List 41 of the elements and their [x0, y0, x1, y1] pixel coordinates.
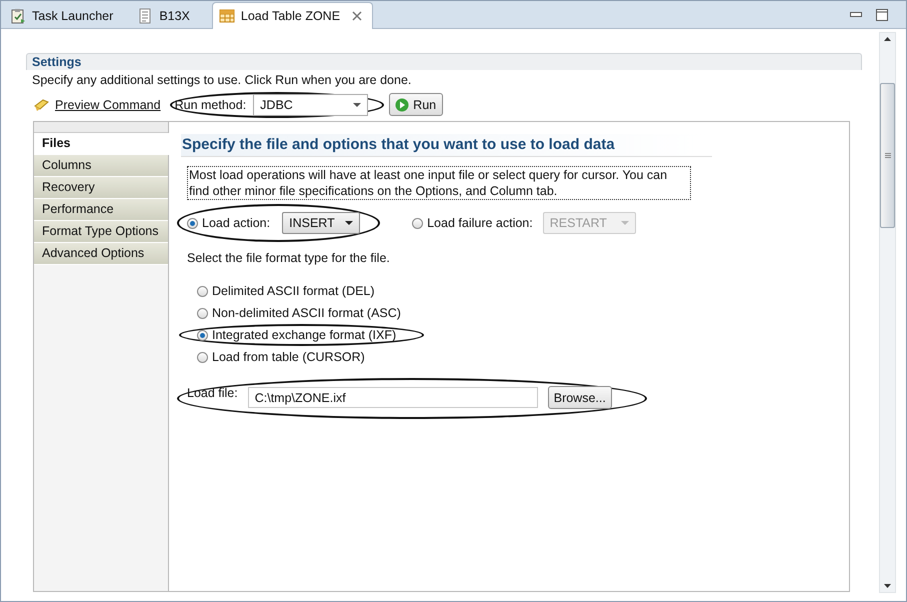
format-radio[interactable]: Non-delimited ASCII format (ASC)	[197, 306, 401, 320]
load-action-dropdown[interactable]: INSERT	[282, 212, 360, 234]
table-icon	[218, 9, 235, 23]
preview-command-link[interactable]: Preview Command	[55, 98, 161, 112]
format-radio[interactable]: Integrated exchange format (IXF)	[197, 328, 396, 342]
load-action-radio[interactable]: Load action:	[187, 216, 270, 230]
close-icon[interactable]	[352, 11, 362, 21]
nav-tab[interactable]: Format Type Options	[34, 221, 168, 243]
page-heading: Specify the file and options that you want to use to load data	[181, 134, 712, 157]
load-file-field[interactable]: C:\tmp\ZONE.ixf	[248, 387, 538, 408]
format-radio[interactable]: Load from table (CURSOR)	[197, 350, 365, 364]
editor-tab[interactable]: Task Launcher	[4, 4, 124, 28]
editor-tab[interactable]: Load Table ZONE	[212, 2, 374, 29]
section-title: Settings	[32, 55, 82, 69]
scroll-down-icon[interactable]	[884, 584, 891, 588]
minimize-icon[interactable]	[850, 12, 862, 18]
nav-tab[interactable]: Files	[34, 133, 169, 155]
nav-tab[interactable]: Columns	[34, 155, 168, 177]
description-text: Specify any additional settings to use. Click Run when you are done.	[32, 73, 412, 87]
pencil-icon	[34, 98, 50, 112]
scrollbar[interactable]	[879, 32, 896, 593]
run-method-dropdown[interactable]: JDBC	[253, 94, 368, 116]
scroll-up-icon[interactable]	[884, 37, 891, 41]
format-prompt: Select the file format type for the file.	[187, 251, 391, 265]
list-icon	[137, 8, 154, 24]
format-radio[interactable]: Delimited ASCII format (DEL)	[197, 284, 375, 298]
play-icon	[395, 98, 410, 112]
nav-tab[interactable]: Advanced Options	[34, 243, 168, 265]
run-button[interactable]: Run	[389, 93, 444, 116]
info-text: Most load operations will have at least one input file or select query for cursor. You can find other minor file specifications on the Options, and Column tab.	[187, 166, 691, 200]
nav-tab[interactable]: Performance	[34, 199, 168, 221]
grip-icon	[884, 152, 890, 158]
caret-icon	[620, 221, 629, 225]
nav-tab[interactable]: Recovery	[34, 177, 168, 199]
editor-tab[interactable]: B13X	[123, 4, 212, 28]
maximize-icon[interactable]	[876, 8, 888, 20]
caret-icon	[353, 102, 362, 106]
load-file-label: Load file:	[187, 386, 238, 400]
browse-button[interactable]: Browse...	[548, 386, 612, 409]
caret-icon	[345, 221, 354, 225]
clipboard-icon	[10, 8, 26, 24]
